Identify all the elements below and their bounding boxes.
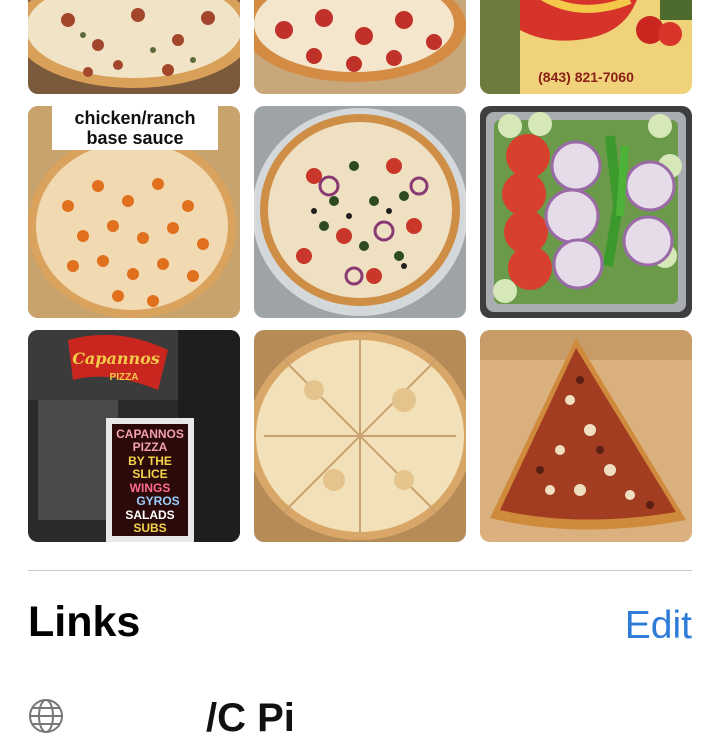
links-section-title: Links <box>28 598 141 646</box>
store-sign-sub: PIZZA <box>110 372 139 383</box>
board-line-2: PIZZA <box>133 440 168 454</box>
storefront-photo[interactable]: Capannos PIZZA CAPANNOS PIZZA BY THE SLI… <box>28 330 240 542</box>
menu-card-photo[interactable]: (843) 821-7060 <box>480 0 692 94</box>
edit-links-button[interactable]: Edit <box>625 604 692 648</box>
veggie-pizza-photo[interactable] <box>254 106 466 318</box>
cheese-pizza-photo[interactable] <box>254 330 466 542</box>
board-line-1: CAPANNOS <box>116 427 184 441</box>
link-row[interactable]: /C Pi <box>28 690 708 740</box>
store-sign-text: Capannos <box>72 349 160 368</box>
photo-caption-line1: chicken/ranch <box>74 108 195 128</box>
board-line-5: WINGS <box>130 481 171 495</box>
salad-tray-photo[interactable] <box>480 106 692 318</box>
photo-caption-line2: base sauce <box>86 128 183 148</box>
menu-card-phone-text: (843) 821-7060 <box>538 69 634 85</box>
board-line-7: SALADS <box>125 508 174 522</box>
meat-slice-photo[interactable] <box>480 330 692 542</box>
pizza-photo-1[interactable] <box>28 0 240 94</box>
chicken-ranch-pizza-photo[interactable]: chicken/ranch base sauce <box>28 106 240 318</box>
board-line-4: SLICE <box>132 467 167 481</box>
globe-icon <box>29 699 63 733</box>
board-line-3: BY THE <box>128 454 172 468</box>
pizza-photo-2[interactable] <box>254 0 466 94</box>
link-url-text[interactable]: /C Pi <box>206 696 295 741</box>
board-line-8: SUBS <box>133 521 166 535</box>
board-line-6: GYROS <box>136 494 179 508</box>
section-divider <box>28 570 692 571</box>
